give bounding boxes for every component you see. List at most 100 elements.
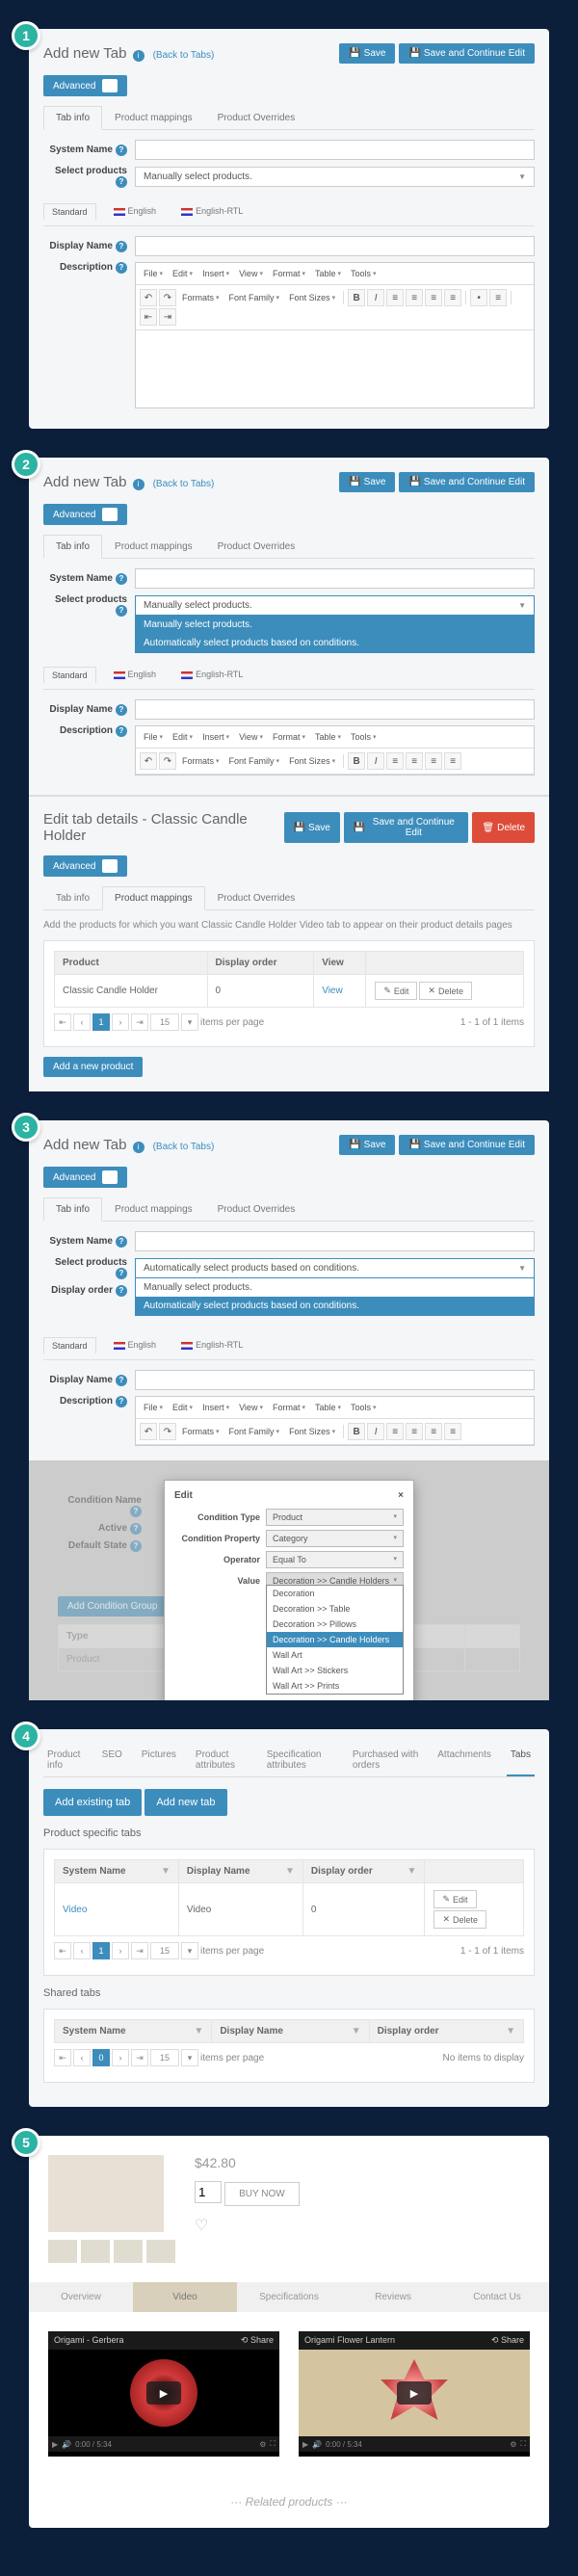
dropdown-option[interactable]: Decoration >> Candle Holders — [267, 1632, 403, 1647]
filter-icon[interactable]: ▼ — [161, 1866, 171, 1877]
lang-english[interactable]: English — [106, 203, 165, 220]
bold-icon[interactable]: B — [348, 752, 365, 770]
dropdown-option-auto[interactable]: Automatically select products based on c… — [136, 1297, 534, 1315]
select-products-dropdown[interactable]: Manually select products.▼ — [135, 595, 535, 616]
tab-orders[interactable]: Purchased with orders — [349, 1744, 422, 1776]
align-left-icon[interactable]: ≡ — [386, 1423, 404, 1440]
tab-info[interactable]: Tab info — [43, 535, 102, 559]
font-sizes-dropdown[interactable]: Font Sizes▾ — [285, 291, 339, 304]
align-justify-icon[interactable]: ≡ — [444, 289, 461, 306]
tab-overrides[interactable]: Product Overrides — [205, 886, 308, 910]
add-product-button[interactable]: Add a new product — [43, 1057, 143, 1077]
save-continue-button[interactable]: 💾 Save and Continue Edit — [344, 812, 469, 843]
display-name-input[interactable] — [135, 236, 535, 256]
save-continue-button[interactable]: 💾 Save and Continue Edit — [399, 472, 535, 492]
dropdown-option[interactable]: Decoration — [267, 1586, 403, 1601]
select-products-dropdown[interactable]: Manually select products.▼ — [135, 167, 535, 187]
editor-view[interactable]: View▾ — [235, 1401, 267, 1414]
pager-first[interactable]: ⇤ — [54, 1942, 71, 1959]
align-justify-icon[interactable]: ≡ — [444, 1423, 461, 1440]
tab-mappings[interactable]: Product mappings — [102, 106, 205, 130]
tab-overrides[interactable]: Product Overrides — [205, 535, 308, 559]
pager-last[interactable]: ⇥ — [131, 1013, 148, 1031]
help-icon[interactable]: ? — [116, 704, 127, 716]
lang-english-rtl[interactable]: English-RTL — [173, 203, 250, 220]
editor-tools[interactable]: Tools▾ — [347, 730, 381, 744]
help-icon[interactable]: ? — [116, 1236, 127, 1248]
share-icon[interactable]: ⟲ Share — [491, 2335, 524, 2346]
save-button[interactable]: 💾 Save — [339, 472, 395, 492]
advanced-toggle[interactable]: Advanced — [43, 1167, 127, 1188]
editor-edit[interactable]: Edit▾ — [169, 267, 197, 280]
filter-icon[interactable]: ▼ — [407, 1866, 417, 1877]
system-name-input[interactable] — [135, 140, 535, 160]
font-sizes-dropdown[interactable]: Font Sizes▾ — [285, 1425, 339, 1438]
formats-dropdown[interactable]: Formats▾ — [178, 754, 223, 768]
editor-file[interactable]: File▾ — [140, 1401, 167, 1414]
help-icon[interactable]: i — [133, 1142, 144, 1153]
editor-view[interactable]: View▾ — [235, 267, 267, 280]
help-icon[interactable]: i — [133, 479, 144, 490]
tab-mappings[interactable]: Product mappings — [102, 535, 205, 559]
dropdown-option[interactable]: Decoration >> Pillows — [267, 1617, 403, 1632]
editor-view[interactable]: View▾ — [235, 730, 267, 744]
thumbnail[interactable] — [114, 2240, 143, 2263]
editor-file[interactable]: File▾ — [140, 267, 167, 280]
back-link[interactable]: (Back to Tabs) — [153, 479, 215, 489]
dropdown-option[interactable]: Wall Art — [267, 1647, 403, 1663]
add-condition-group-button[interactable]: Add Condition Group — [58, 1596, 167, 1617]
lang-standard[interactable]: Standard — [43, 667, 96, 683]
page-size[interactable]: 15 — [150, 1013, 179, 1031]
rich-text-editor[interactable]: File▾ Edit▾ Insert▾ View▾ Format▾ Table▾… — [135, 725, 535, 775]
align-left-icon[interactable]: ≡ — [386, 752, 404, 770]
bold-icon[interactable]: B — [348, 1423, 365, 1440]
filter-icon[interactable]: ▼ — [285, 1866, 295, 1877]
pager-prev[interactable]: ‹ — [73, 1013, 91, 1031]
delete-button[interactable]: ✕ Delete — [434, 1910, 486, 1929]
display-name-input[interactable] — [135, 699, 535, 720]
fullscreen-icon[interactable]: ⛶ — [270, 2439, 276, 2449]
page-size-caret[interactable]: ▾ — [181, 2049, 198, 2066]
pager-next[interactable]: › — [112, 2049, 129, 2066]
play-icon[interactable]: ▶ — [52, 2440, 58, 2449]
editor-tools[interactable]: Tools▾ — [347, 1401, 381, 1414]
tab-overrides[interactable]: Product Overrides — [205, 1197, 308, 1222]
editor-file[interactable]: File▾ — [140, 730, 167, 744]
tab-product-info[interactable]: Product info — [43, 1744, 87, 1776]
display-name-input[interactable] — [135, 1370, 535, 1390]
tab-tabs[interactable]: Tabs — [507, 1744, 535, 1776]
save-button[interactable]: 💾 Save — [284, 812, 340, 843]
align-justify-icon[interactable]: ≡ — [444, 752, 461, 770]
pager-last[interactable]: ⇥ — [131, 2049, 148, 2066]
storefront-tab-specs[interactable]: Specifications — [237, 2282, 341, 2312]
help-icon[interactable]: ? — [116, 145, 127, 156]
pager-next[interactable]: › — [112, 1013, 129, 1031]
fullscreen-icon[interactable]: ⛶ — [520, 2439, 526, 2449]
editor-format[interactable]: Format▾ — [269, 730, 309, 744]
pager-page[interactable]: 1 — [92, 1942, 110, 1959]
close-icon[interactable]: × — [398, 1490, 404, 1501]
help-icon[interactable]: ? — [116, 262, 127, 274]
pager-first[interactable]: ⇤ — [54, 2049, 71, 2066]
lang-english[interactable]: English — [106, 1337, 165, 1354]
settings-icon[interactable]: ⚙ — [510, 2440, 516, 2449]
save-button[interactable]: 💾 Save — [339, 1135, 395, 1155]
tab-info[interactable]: Tab info — [43, 886, 102, 910]
undo-icon[interactable]: ↶ — [140, 752, 157, 770]
bold-icon[interactable]: B — [348, 289, 365, 306]
filter-icon[interactable]: ▼ — [194, 2026, 203, 2037]
back-link[interactable]: (Back to Tabs) — [153, 1142, 215, 1152]
storefront-tab-contact[interactable]: Contact Us — [445, 2282, 549, 2312]
volume-icon[interactable]: 🔊 — [62, 2440, 71, 2449]
save-continue-button[interactable]: 💾 Save and Continue Edit — [399, 43, 535, 64]
quantity-input[interactable] — [195, 2181, 222, 2203]
pager-page[interactable]: 1 — [92, 1013, 110, 1031]
pager-next[interactable]: › — [112, 1942, 129, 1959]
rich-text-editor[interactable]: File▾ Edit▾ Insert▾ View▾ Format▾ Table▾… — [135, 1396, 535, 1446]
pager-last[interactable]: ⇥ — [131, 1942, 148, 1959]
tab-info[interactable]: Tab info — [43, 106, 102, 130]
font-sizes-dropdown[interactable]: Font Sizes▾ — [285, 754, 339, 768]
page-size[interactable]: 15 — [150, 1942, 179, 1959]
lang-standard[interactable]: Standard — [43, 203, 96, 220]
advanced-toggle[interactable]: Advanced — [43, 855, 127, 877]
